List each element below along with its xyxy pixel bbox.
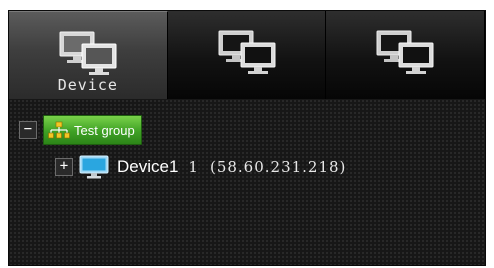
network-group-icon <box>48 121 70 139</box>
device-channel: 1 <box>188 158 198 176</box>
expand-toggle[interactable]: + <box>55 158 73 176</box>
group-label: Test group <box>74 122 135 138</box>
tab-label: Device <box>57 76 118 94</box>
device-name: Device1 <box>117 157 179 176</box>
tab-device[interactable]: Device <box>9 11 168 99</box>
tree-row-group: − Test group <box>19 115 142 145</box>
tree-row-device: + Device1 1 (58.60.231.218) <box>55 155 346 179</box>
collapse-toggle[interactable]: − <box>19 121 37 139</box>
monitors-icon <box>376 30 434 74</box>
tab-bar: Device <box>9 11 485 99</box>
monitors-icon <box>218 30 275 74</box>
device-panel: Device − Test group + Device1 1 (58.60.2… <box>8 10 486 266</box>
tab-3[interactable] <box>326 11 485 99</box>
tab-2[interactable] <box>167 11 327 99</box>
monitors-icon <box>59 31 117 75</box>
monitor-icon <box>79 155 109 179</box>
device-ip: (58.60.231.218) <box>209 158 347 176</box>
group-node-test-group[interactable]: Test group <box>43 115 142 145</box>
device-node-device1[interactable]: Device1 1 (58.60.231.218) <box>79 155 346 179</box>
